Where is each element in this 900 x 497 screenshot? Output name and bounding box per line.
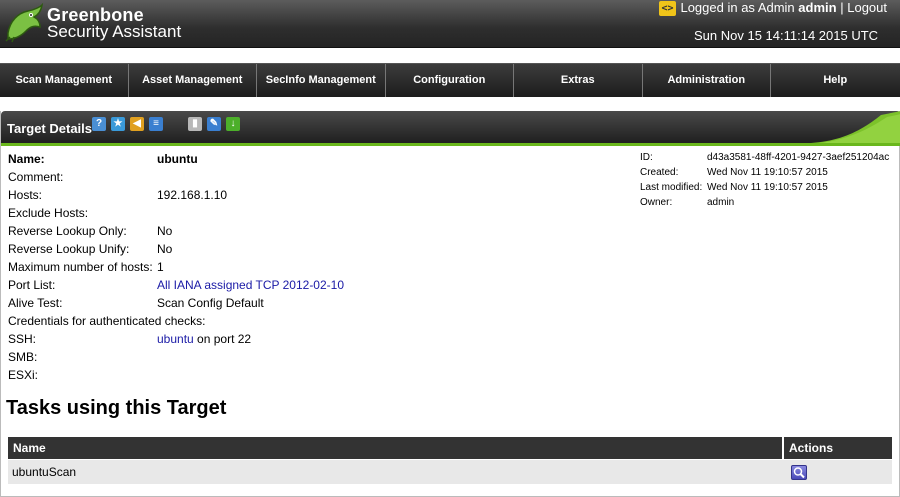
main-nav: Scan Management Asset Management SecInfo… (0, 63, 900, 97)
meta-created-value: Wed Nov 11 19:10:57 2015 (707, 167, 828, 178)
export-icon[interactable]: ↓ (226, 117, 240, 131)
smb-label: SMB: (8, 350, 38, 364)
exclude-hosts-label: Exclude Hosts: (8, 206, 89, 220)
nav-configuration[interactable]: Configuration (386, 64, 514, 97)
meta-id-value: d43a3581-48ff-4201-9427-3aef251204ac (707, 152, 890, 163)
help-icon[interactable]: ? (92, 117, 106, 131)
login-prefix: Logged in as Admin (680, 0, 795, 15)
targets-list-icon[interactable]: ◀ (130, 117, 144, 131)
hosts-value: 192.168.1.10 (157, 188, 228, 202)
credentials-label: Credentials for authenticated checks: (8, 314, 206, 328)
name-label: Name: (8, 152, 45, 166)
username: admin (798, 0, 837, 15)
reverse-lookup-unify-label: Reverse Lookup Unify: (8, 242, 130, 256)
brand-subtitle: Security Assistant (47, 22, 182, 41)
trash-icon[interactable]: ▮ (188, 117, 202, 131)
table-row: ubuntuScan (8, 460, 892, 484)
meta-owner-label: Owner: (640, 197, 673, 208)
server-datetime: Sun Nov 15 14:11:14 2015 UTC (694, 28, 879, 43)
magnifier-icon (793, 467, 805, 479)
max-hosts-value: 1 (157, 260, 164, 274)
alive-test-value: Scan Config Default (157, 296, 264, 310)
meta-modified-value: Wed Nov 11 19:10:57 2015 (707, 182, 828, 193)
edit-icon[interactable]: ✎ (207, 117, 221, 131)
task-name-cell[interactable]: ubuntuScan (8, 460, 782, 484)
meta-modified-label: Last modified: (640, 182, 703, 193)
reverse-lookup-only-value: No (157, 224, 173, 238)
alive-test-label: Alive Test: (8, 296, 63, 310)
tasks-section-title: Tasks using this Target (6, 397, 227, 419)
app-header: Greenbone Security Assistant <> Logged i… (0, 0, 900, 48)
panel-header: Target Details ? ★ ◀ ≡ ▮ ✎ ↓ (1, 111, 900, 143)
reverse-lookup-unify-value: No (157, 242, 173, 256)
ssh-port-text: on port 22 (197, 332, 252, 346)
nav-extras[interactable]: Extras (514, 64, 643, 97)
ssh-value: ubuntu on port 22 (157, 331, 251, 347)
language-icon[interactable]: <> (659, 1, 676, 16)
new-target-icon[interactable]: ★ (111, 117, 125, 131)
details-icon[interactable] (791, 465, 807, 480)
panel-title: Target Details (7, 121, 93, 136)
tasks-table-header: Name Actions (8, 437, 892, 459)
meta-id-label: ID: (640, 152, 653, 163)
column-header-actions: Actions (784, 437, 892, 459)
max-hosts-label: Maximum number of hosts: (8, 260, 153, 274)
esxi-label: ESXi: (8, 368, 39, 382)
panel-accent-bar (1, 143, 900, 146)
nav-asset-management[interactable]: Asset Management (129, 64, 257, 97)
login-separator: | (840, 0, 844, 15)
ssh-credential-link[interactable]: ubuntu (157, 332, 194, 346)
nav-scan-management[interactable]: Scan Management (0, 64, 129, 97)
meta-created-label: Created: (640, 167, 679, 178)
greenbone-logo-icon (5, 3, 44, 43)
comment-label: Comment: (8, 170, 64, 184)
panel-swoosh-decoration (811, 111, 900, 143)
hosts-label: Hosts: (8, 188, 43, 202)
port-list-link[interactable]: All IANA assigned TCP 2012-02-10 (157, 277, 344, 293)
meta-owner-value: admin (707, 197, 735, 208)
name-value: ubuntu (157, 152, 198, 166)
port-list-label: Port List: (8, 278, 56, 292)
logout-link[interactable]: Logout (847, 0, 887, 15)
nav-help[interactable]: Help (771, 64, 900, 97)
column-header-name[interactable]: Name (8, 437, 782, 459)
ssh-label: SSH: (8, 332, 37, 346)
login-status: Logged in as Admin admin | Logout (680, 1, 887, 15)
nav-secinfo-management[interactable]: SecInfo Management (257, 64, 386, 97)
list-icon[interactable]: ≡ (149, 117, 163, 131)
nav-administration[interactable]: Administration (643, 64, 771, 97)
reverse-lookup-only-label: Reverse Lookup Only: (8, 224, 127, 238)
